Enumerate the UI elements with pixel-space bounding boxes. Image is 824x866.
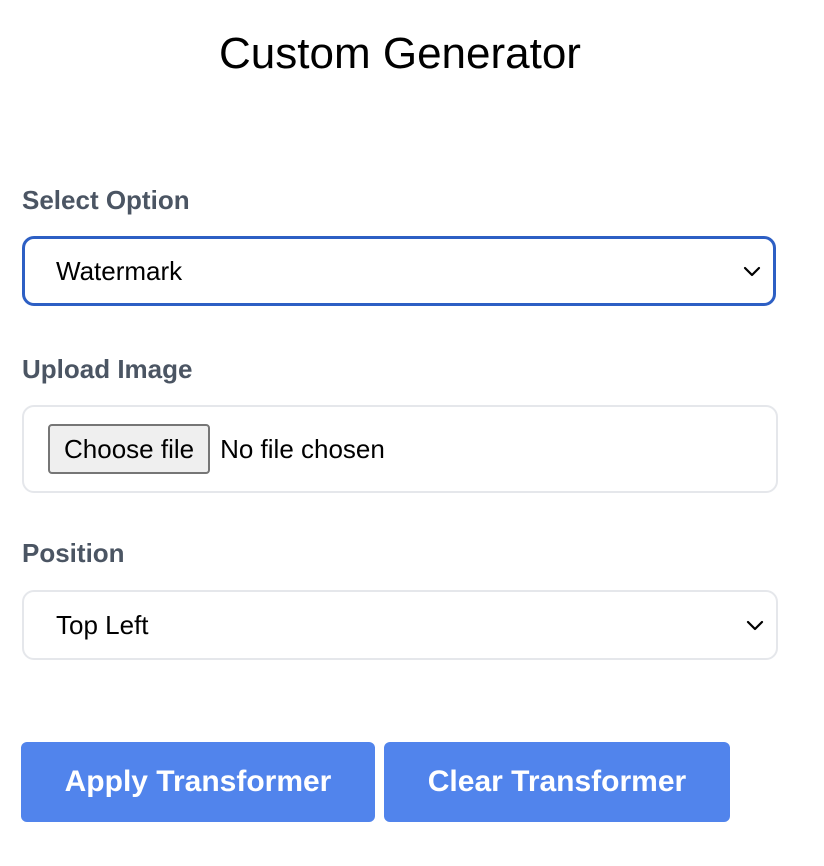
select-option-dropdown[interactable]: Watermark xyxy=(22,236,776,306)
page-title: Custom Generator xyxy=(219,29,581,78)
position-value: Top Left xyxy=(56,609,149,640)
upload-image-label: Upload Image xyxy=(22,354,193,384)
select-option-value: Watermark xyxy=(56,255,183,286)
chevron-down-icon xyxy=(743,266,761,277)
select-option-label: Select Option xyxy=(22,185,190,215)
upload-image-field: Choose file No file chosen xyxy=(22,405,778,493)
apply-transformer-button[interactable]: Apply Transformer xyxy=(21,742,375,822)
position-dropdown[interactable]: Top Left xyxy=(22,590,778,660)
clear-transformer-button[interactable]: Clear Transformer xyxy=(384,742,730,822)
position-label: Position xyxy=(22,538,125,568)
file-status-text: No file chosen xyxy=(220,433,385,464)
chevron-down-icon xyxy=(746,620,764,631)
choose-file-button[interactable]: Choose file xyxy=(48,424,211,474)
